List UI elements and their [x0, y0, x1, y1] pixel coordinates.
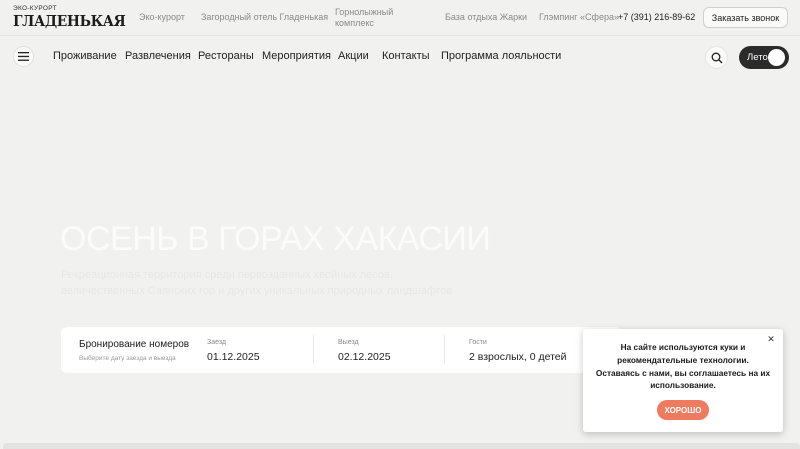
season-toggle[interactable]: Лето [739, 46, 789, 69]
booking-widget: Бронирование номеров Выберите дату заезд… [61, 327, 621, 373]
nav-restaurants[interactable]: Рестораны [198, 50, 254, 62]
top-link-glamping[interactable]: Глэмпинг «Сфера» [539, 12, 619, 23]
logo[interactable]: ЭКО-КУРОРТ ГЛАДЕНЬКАЯ [13, 5, 126, 31]
guests-label: Гости [469, 339, 487, 346]
nav-contacts[interactable]: Контакты [382, 50, 430, 62]
divider [313, 335, 314, 364]
guests-field[interactable]: Гости 2 взрослых, 0 детей [469, 327, 599, 373]
nav-entertainment[interactable]: Развлечения [125, 50, 191, 62]
checkout-label: Выезд [338, 339, 359, 346]
divider [444, 335, 445, 364]
hero-subtitle: Рекреационная территория среди первоздан… [61, 269, 453, 297]
booking-subtitle: Выберите дату заезда и выезда [79, 355, 176, 362]
nav-events[interactable]: Мероприятия [262, 50, 331, 62]
top-bar: ЭКО-КУРОРТ ГЛАДЕНЬКАЯ Эко-курорт Загород… [0, 0, 800, 36]
checkin-value: 01.12.2025 [207, 351, 260, 363]
checkout-field[interactable]: Выезд 02.12.2025 [338, 327, 438, 373]
search-icon [711, 52, 722, 63]
nav-loyalty-program[interactable]: Программа лояльности [441, 50, 561, 62]
toggle-knob [768, 49, 785, 66]
checkin-label: Заезд [207, 339, 227, 346]
checkout-value: 02.12.2025 [338, 351, 391, 363]
hamburger-icon [18, 52, 29, 61]
logo-title: ГЛАДЕНЬКАЯ [13, 12, 126, 30]
cookie-accept-button[interactable]: ХОРОШО [657, 400, 709, 420]
cookie-banner: ✕ На сайте используются куки и рекоменда… [583, 329, 783, 432]
phone-link[interactable]: +7 (391) 216-89-62 [618, 12, 695, 22]
top-link-hotel[interactable]: Загородный отель Гладенькая [201, 12, 328, 23]
top-link-ski-complex[interactable]: Горнолыжный комплекс [335, 7, 403, 29]
nav-promotions[interactable]: Акции [338, 50, 369, 62]
top-link-eco-resort[interactable]: Эко-курорт [139, 12, 185, 23]
nav-accommodation[interactable]: Проживание [53, 50, 117, 62]
cookie-text: На сайте используются куки и рекомендате… [595, 342, 771, 391]
logo-subtitle: ЭКО-КУРОРТ [13, 5, 57, 12]
season-label: Лето [747, 52, 768, 63]
guests-value: 2 взрослых, 0 детей [469, 351, 567, 363]
booking-title: Бронирование номеров [79, 339, 190, 350]
hero-title: ОСЕНЬ В ГОРАХ ХАКАСИИ [60, 220, 491, 258]
top-link-zharki[interactable]: База отдыха Жарки [445, 12, 527, 23]
order-call-button[interactable]: Заказать звонок [703, 7, 788, 28]
menu-button[interactable] [13, 46, 34, 67]
search-button[interactable] [705, 46, 728, 69]
next-section-edge [3, 443, 800, 449]
checkin-field[interactable]: Заезд 01.12.2025 [207, 327, 307, 373]
